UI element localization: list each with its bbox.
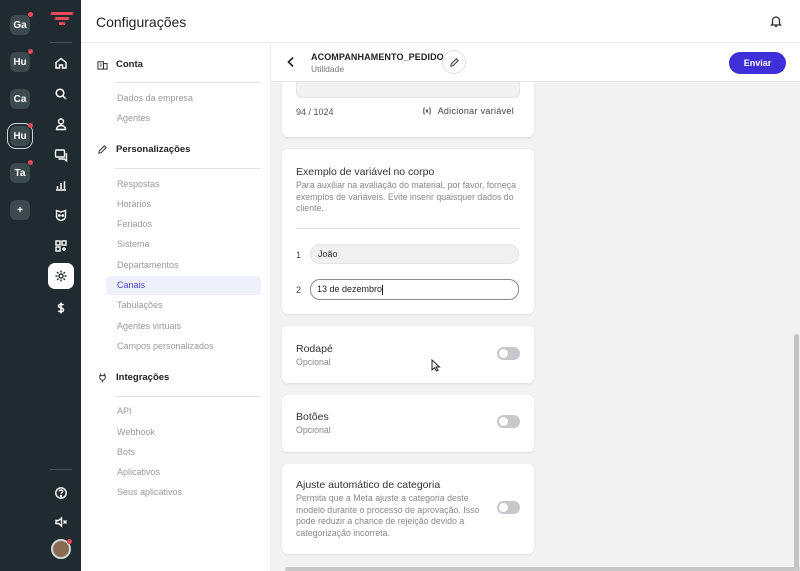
vertical-scrollbar[interactable]: [794, 82, 800, 571]
buttons-toggle[interactable]: [497, 415, 520, 428]
nav-bots[interactable]: Bots: [117, 447, 135, 457]
home-icon[interactable]: [49, 51, 73, 75]
text-cursor: [382, 284, 384, 295]
workspace-rail: Ga Hu Ca Hu Ta +: [0, 0, 81, 571]
template-name: ACOMPANHAMENTO_PEDIDO: [311, 52, 444, 62]
nav-sistema[interactable]: Sistema: [117, 239, 150, 249]
nav-respostas[interactable]: Respostas: [117, 179, 160, 189]
reports-icon[interactable]: [49, 173, 73, 197]
character-counter: 94 / 1024: [296, 107, 334, 117]
body-textarea[interactable]: [296, 82, 520, 98]
variable-icon: [422, 107, 431, 115]
template-editor: ACOMPANHAMENTO_PEDIDO Utilidade Enviar 9…: [271, 43, 800, 571]
footer-toggle[interactable]: [497, 347, 520, 360]
nav-agentes[interactable]: Agentes: [117, 113, 150, 123]
nav-api[interactable]: API: [117, 406, 132, 416]
section-divider: [115, 82, 260, 83]
notification-dot: [28, 12, 33, 17]
nav-horarios[interactable]: Horários: [117, 199, 151, 209]
bell-icon[interactable]: [769, 14, 783, 28]
notification-dot: [28, 49, 33, 54]
variable-index: 1: [296, 250, 302, 260]
workspace-ca[interactable]: Ca: [10, 89, 30, 109]
auto-category-toggle[interactable]: [497, 501, 520, 514]
template-category: Utilidade: [311, 64, 345, 74]
buttons-card: Botões Opcional: [282, 395, 534, 452]
billing-icon[interactable]: [49, 296, 73, 320]
top-header: Configurações: [81, 0, 800, 43]
rail-divider: [50, 469, 72, 470]
buttons-title: Botões: [296, 411, 329, 423]
section-integracoes[interactable]: Integrações: [97, 372, 169, 383]
mouse-pointer-icon: [431, 359, 441, 372]
send-button[interactable]: Enviar: [729, 52, 786, 74]
variable-example-description: Para auxiliar na avaliação do material, …: [296, 180, 517, 213]
footer-title: Rodapé: [296, 343, 333, 355]
variable-example-title: Exemplo de variável no corpo: [296, 166, 435, 178]
contacts-icon[interactable]: [49, 112, 73, 136]
variable-index: 2: [296, 285, 302, 295]
workspace-ta[interactable]: Ta: [10, 160, 33, 183]
nav-tabulacoes[interactable]: Tabulações: [117, 300, 163, 310]
body-card: 94 / 1024 Adicionar variável: [282, 82, 534, 137]
section-divider: [115, 168, 260, 169]
section-divider: [115, 396, 260, 397]
help-icon[interactable]: [49, 481, 73, 505]
bot-icon[interactable]: [49, 203, 73, 227]
back-arrow-icon[interactable]: [284, 55, 298, 69]
template-header: ACOMPANHAMENTO_PEDIDO Utilidade Enviar: [271, 43, 800, 82]
edit-template-button[interactable]: [442, 50, 466, 74]
pencil-icon: [98, 145, 107, 154]
nav-canais[interactable]: Canais: [106, 276, 261, 295]
buttons-subtitle: Opcional: [296, 425, 331, 435]
variable-1-input[interactable]: João: [310, 244, 519, 264]
nav-aplicativos[interactable]: Aplicativos: [117, 467, 160, 477]
workspace-hu-2[interactable]: Hu: [7, 123, 33, 149]
settings-sidebar: Conta Dados da empresa Agentes Personali…: [81, 43, 271, 571]
nav-webhook[interactable]: Webhook: [117, 427, 155, 437]
nav-seus-aplicativos[interactable]: Seus aplicativos: [117, 487, 182, 497]
notification-dot: [28, 123, 33, 128]
settings-icon[interactable]: [48, 263, 74, 289]
page-title: Configurações: [96, 14, 187, 30]
scrollbar-thumb[interactable]: [794, 334, 799, 570]
search-icon[interactable]: [49, 82, 73, 106]
footer-subtitle: Opcional: [296, 357, 331, 367]
rail-divider: [50, 42, 72, 43]
section-conta[interactable]: Conta: [97, 59, 143, 70]
auto-category-card: Ajuste automático de categoria Permita q…: [282, 464, 534, 554]
add-variable-button[interactable]: Adicionar variável: [422, 106, 514, 116]
section-personalizacoes[interactable]: Personalizações: [97, 144, 190, 155]
workspace-hu-1[interactable]: Hu: [10, 49, 33, 72]
mute-icon[interactable]: [49, 510, 73, 534]
variable-2-input[interactable]: 13 de dezembro: [310, 279, 519, 300]
nav-departamentos[interactable]: Departamentos: [117, 260, 179, 270]
horizontal-scrollbar[interactable]: [285, 567, 800, 571]
footer-card: Rodapé Opcional: [282, 326, 534, 383]
card-divider: [296, 228, 520, 229]
add-workspace-button[interactable]: +: [10, 200, 30, 220]
brand-logo-icon: [51, 12, 73, 25]
auto-category-description: Permita que a Meta ajuste a categoria de…: [296, 493, 480, 538]
chat-icon[interactable]: [49, 143, 73, 167]
notification-dot: [28, 160, 33, 165]
workspace-ga[interactable]: Ga: [10, 12, 33, 35]
pencil-icon: [449, 57, 459, 67]
nav-feriados[interactable]: Feriados: [117, 219, 152, 229]
building-icon: [97, 61, 108, 70]
nav-dados-da-empresa[interactable]: Dados da empresa: [117, 93, 193, 103]
nav-campos-personalizados[interactable]: Campos personalizados: [117, 341, 214, 351]
nav-agentes-virtuais[interactable]: Agentes virtuais: [117, 321, 181, 331]
auto-category-title: Ajuste automático de categoria: [296, 479, 441, 491]
variable-example-card: Exemplo de variável no corpo Para auxili…: [282, 149, 534, 314]
plug-icon: [99, 373, 106, 383]
apps-icon[interactable]: [49, 234, 73, 258]
user-avatar[interactable]: [51, 539, 72, 559]
